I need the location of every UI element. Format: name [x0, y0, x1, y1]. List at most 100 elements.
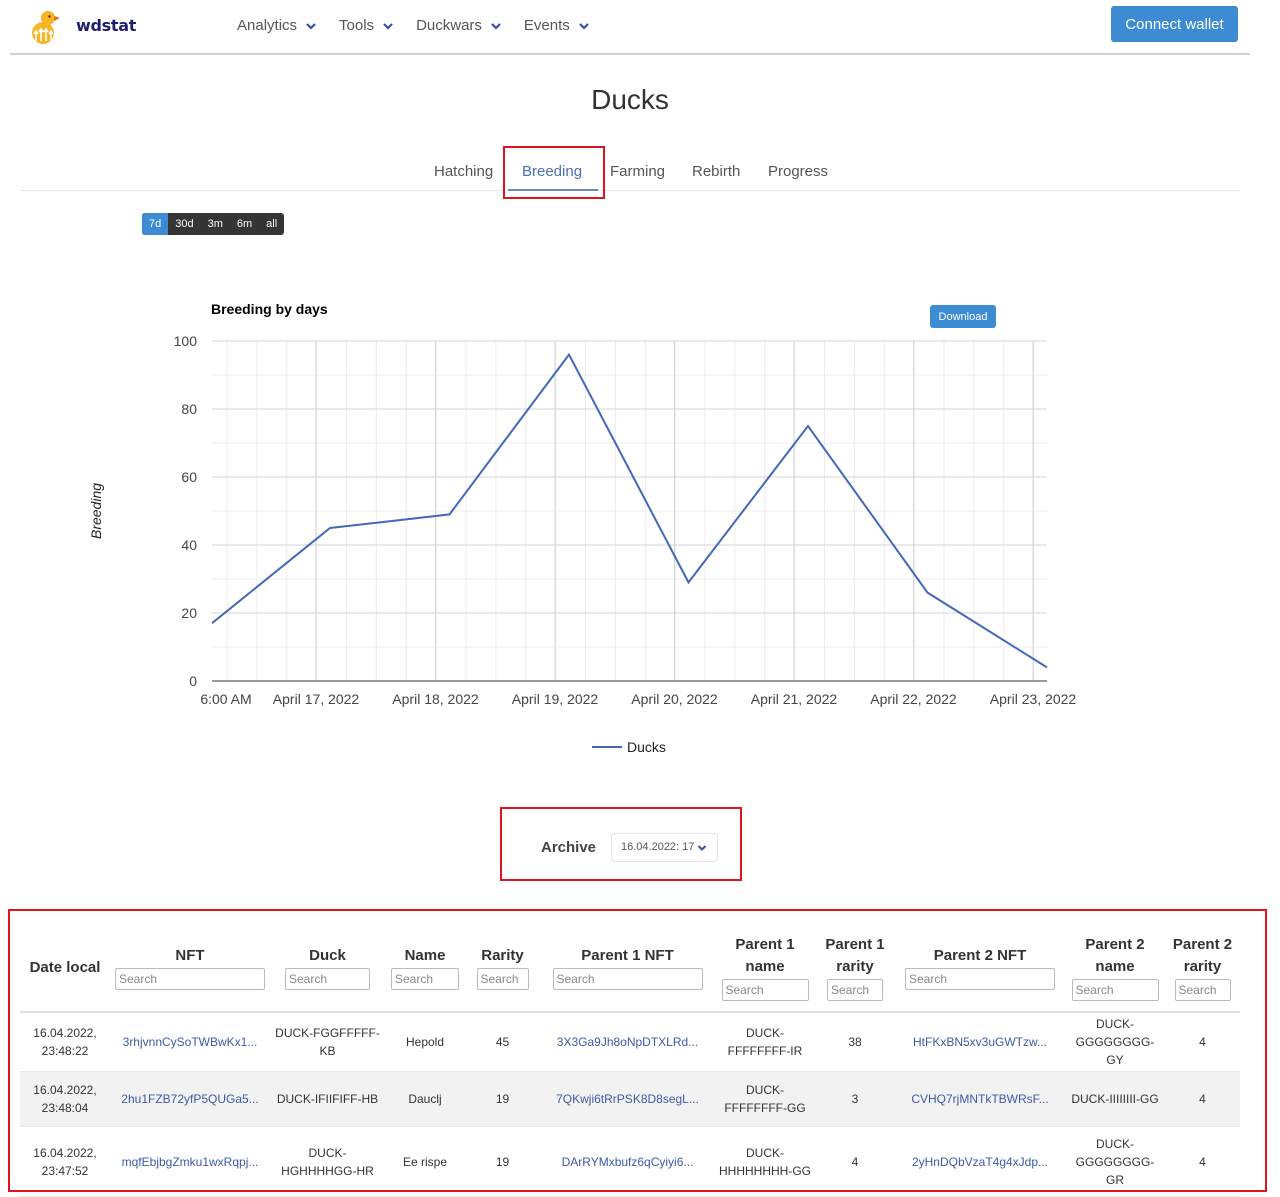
nft-link[interactable]: CVHQ7rjMNTkTBWRsF... — [911, 1092, 1048, 1106]
column-header-parent2-rarity[interactable]: Parent 2 rarity — [1165, 924, 1240, 1013]
nft-link[interactable]: mqfEbjbgZmku1wxRqpj... — [122, 1155, 259, 1169]
cell-parent1-nft: 7QKwji6tRrPSK8D8segL... — [540, 1071, 715, 1127]
cell-parent2-nft: CVHQ7rjMNTkTBWRsF... — [895, 1071, 1065, 1127]
cell-parent2-name: DUCK-GGGGGGGG-GR — [1065, 1126, 1165, 1197]
column-header-parent1-nft[interactable]: Parent 1 NFT — [540, 924, 715, 1013]
cell-name: Hepold — [385, 1012, 465, 1072]
nft-link[interactable]: 2yHnDQbVzaT4g4xJdp... — [912, 1155, 1048, 1169]
column-label: Parent 2 name — [1085, 936, 1145, 975]
legend-label-ducks: Ducks — [627, 739, 666, 755]
cell-parent1-rarity: 3 — [815, 1071, 895, 1127]
column-header-parent2-nft[interactable]: Parent 2 NFT — [895, 924, 1065, 1013]
table-row: 16.04.2022, 23:47:52 mqfEbjbgZmku1wxRqpj.… — [20, 1126, 1240, 1197]
x-axis-ticks: 6:00 AM April 17, 2022 April 18, 2022 April… — [200, 691, 1076, 707]
cell-duck: DUCK-FGGFFFFF-KB — [270, 1012, 385, 1072]
x-tick-label: April 21, 2022 — [751, 691, 838, 707]
cell-rarity: 19 — [465, 1126, 540, 1197]
cell-parent2-name: DUCK-IIIIIIII-GG — [1065, 1071, 1165, 1127]
cell-name: Ee rispe — [385, 1126, 465, 1197]
nft-link[interactable]: 2hu1FZB72yfP5QUGa5... — [121, 1092, 258, 1106]
y-tick-label: 100 — [174, 333, 198, 349]
y-tick-label: 80 — [181, 401, 197, 417]
search-input-parent1-nft[interactable] — [552, 968, 703, 990]
column-label: Parent 1 NFT — [581, 947, 674, 964]
search-input-parent1-name[interactable] — [721, 979, 809, 1001]
search-input-parent2-rarity[interactable] — [1174, 979, 1231, 1001]
column-label: Date local — [29, 958, 101, 976]
y-axis-label: Breeding — [88, 483, 104, 539]
search-input-parent2-nft[interactable] — [905, 968, 1055, 990]
x-tick-label: April 23, 2022 — [990, 691, 1077, 707]
x-tick-label: April 17, 2022 — [273, 691, 360, 707]
cell-parent1-rarity: 38 — [815, 1012, 895, 1072]
y-tick-label: 0 — [189, 673, 197, 689]
archive-label: Archive — [541, 839, 597, 856]
breeding-line-chart: 0 20 40 60 80 100 6:00 AM April 17, 2022 April … — [88, 333, 1076, 755]
table-header-row: Date local NFT Duck Name Rarity Parent 1 NFT P… — [20, 924, 1240, 1013]
cell-parent1-nft: 3X3Ga9Jh8oNpDTXLRd... — [540, 1012, 715, 1072]
cell-nft: 3rhjvnnCySoTWBwKx1... — [110, 1012, 270, 1072]
search-input-rarity[interactable] — [476, 968, 529, 990]
y-tick-label: 20 — [181, 605, 197, 621]
column-label: Rarity — [481, 947, 524, 964]
search-input-parent1-rarity[interactable] — [827, 979, 883, 1001]
archive-selected-value: 16.04.2022: 17 — [621, 841, 695, 853]
cell-duck: DUCK-IFIIFIFF-HB — [270, 1071, 385, 1127]
cell-date-local: 16.04.2022, 23:47:52 — [20, 1126, 110, 1197]
cell-parent1-name: DUCK-HHHHHHHH-GG — [715, 1126, 815, 1197]
nft-link[interactable]: 3X3Ga9Jh8oNpDTXLRd... — [557, 1035, 698, 1049]
cell-parent2-nft: 2yHnDQbVzaT4g4xJdp... — [895, 1126, 1065, 1197]
breeding-table: Date local NFT Duck Name Rarity Parent 1 NFT P… — [20, 924, 1240, 1197]
x-tick-label: April 22, 2022 — [870, 691, 957, 707]
column-label: Name — [404, 947, 446, 964]
column-label: Parent 2 NFT — [933, 947, 1027, 964]
cell-parent1-nft: DArRYMxbufz6qCyiyi6... — [540, 1126, 715, 1197]
column-header-name[interactable]: Name — [385, 924, 465, 1013]
column-label: Duck — [309, 947, 346, 964]
cell-parent2-rarity: 4 — [1165, 1012, 1240, 1072]
grid-minor — [212, 341, 1047, 681]
table-row: 16.04.2022, 23:48:04 2hu1FZB72yfP5QUGa5..… — [20, 1071, 1240, 1127]
search-input-nft[interactable] — [115, 968, 265, 990]
cell-parent2-rarity: 4 — [1165, 1071, 1240, 1127]
cell-parent2-nft: HtFKxBN5xv3uGWTzw... — [895, 1012, 1065, 1072]
column-header-parent2-name[interactable]: Parent 2 name — [1065, 924, 1165, 1013]
column-header-parent1-rarity[interactable]: Parent 1 rarity — [815, 924, 895, 1013]
archive-select[interactable]: 16.04.2022: 17 — [611, 833, 718, 862]
cell-parent2-rarity: 4 — [1165, 1126, 1240, 1197]
table-row: 16.04.2022, 23:48:22 3rhjvnnCySoTWBwKx1..… — [20, 1012, 1240, 1072]
search-input-name[interactable] — [391, 968, 459, 990]
nft-link[interactable]: DArRYMxbufz6qCyiyi6... — [562, 1155, 694, 1169]
legend: Ducks — [592, 739, 666, 755]
x-tick-label: April 18, 2022 — [392, 691, 479, 707]
column-header-parent1-name[interactable]: Parent 1 name — [715, 924, 815, 1013]
chevron-down-icon — [697, 845, 707, 851]
cell-name: Dauclj — [385, 1071, 465, 1127]
cell-parent1-name: DUCK-FFFFFFFF-IR — [715, 1012, 815, 1072]
search-input-duck[interactable] — [285, 968, 370, 990]
nft-link[interactable]: 7QKwji6tRrPSK8D8segL... — [556, 1092, 699, 1106]
column-header-duck[interactable]: Duck — [270, 924, 385, 1013]
cell-nft: 2hu1FZB72yfP5QUGa5... — [110, 1071, 270, 1127]
table-body: 16.04.2022, 23:48:22 3rhjvnnCySoTWBwKx1..… — [20, 1012, 1240, 1197]
y-tick-label: 40 — [181, 537, 197, 553]
x-tick-label: April 19, 2022 — [512, 691, 599, 707]
cell-parent1-name: DUCK-FFFFFFFF-GG — [715, 1071, 815, 1127]
column-label: Parent 1 name — [735, 936, 795, 975]
cell-date-local: 16.04.2022, 23:48:22 — [20, 1012, 110, 1072]
column-header-date-local[interactable]: Date local — [20, 924, 110, 1013]
nft-link[interactable]: 3rhjvnnCySoTWBwKx1... — [123, 1035, 258, 1049]
column-header-rarity[interactable]: Rarity — [465, 924, 540, 1013]
cell-rarity: 45 — [465, 1012, 540, 1072]
y-tick-label: 60 — [181, 469, 197, 485]
y-axis-ticks: 0 20 40 60 80 100 — [174, 333, 198, 689]
column-header-nft[interactable]: NFT — [110, 924, 270, 1013]
column-label: NFT — [175, 947, 205, 964]
search-input-parent2-name[interactable] — [1071, 979, 1159, 1001]
column-label: Parent 2 rarity — [1172, 936, 1233, 975]
cell-parent2-name: DUCK-GGGGGGGG-GY — [1065, 1012, 1165, 1072]
column-label: Parent 1 rarity — [825, 936, 885, 975]
nft-link[interactable]: HtFKxBN5xv3uGWTzw... — [913, 1035, 1047, 1049]
cell-duck: DUCK-HGHHHHGG-HR — [270, 1126, 385, 1197]
x-tick-label: April 20, 2022 — [631, 691, 718, 707]
